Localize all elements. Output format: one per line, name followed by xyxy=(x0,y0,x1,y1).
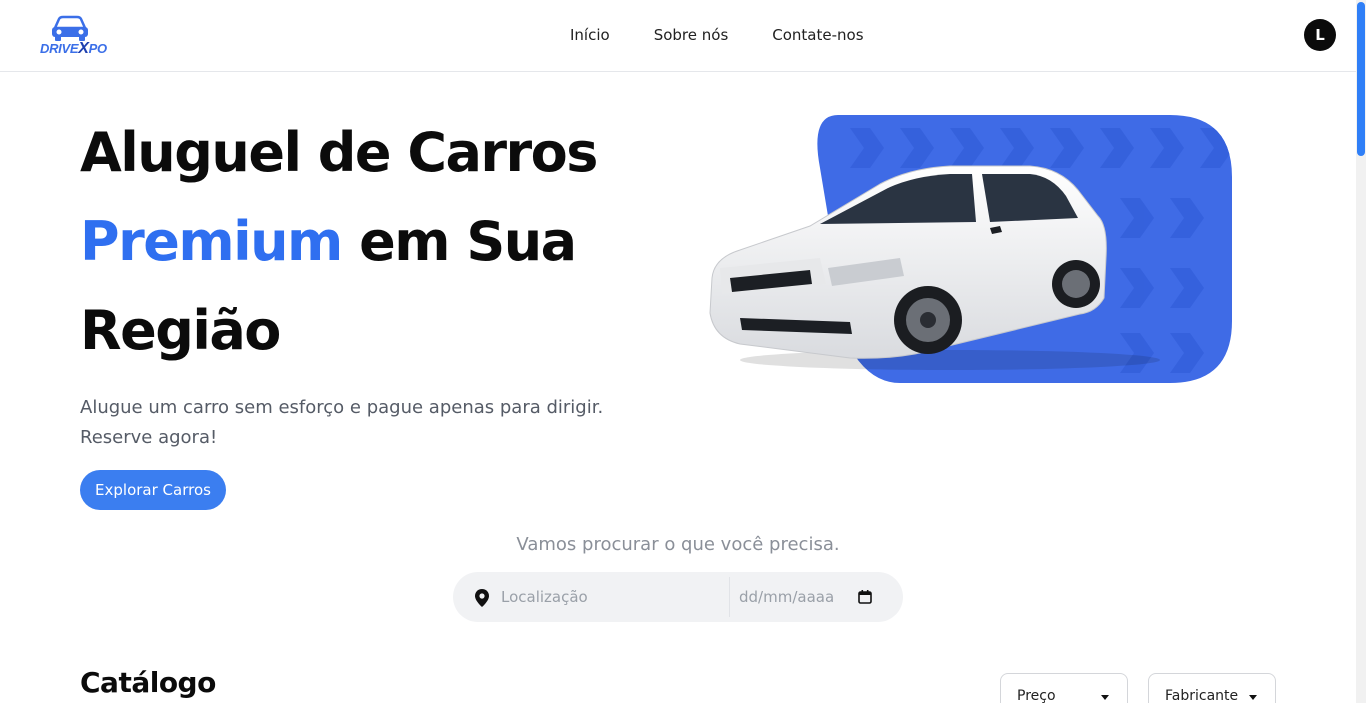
explore-cars-button[interactable]: Explorar Carros xyxy=(80,470,226,510)
site-header: DRIVEXPO Início Sobre nós Contate-nos L xyxy=(0,0,1356,72)
price-filter-select[interactable]: Preço xyxy=(1000,673,1128,703)
nav-link-inicio[interactable]: Início xyxy=(570,26,610,44)
hero-title-line3: Região xyxy=(80,299,281,362)
brand-wordmark: DRIVEXPO xyxy=(40,40,107,57)
hero-title: Aluguel de Carros Premium em Sua Região xyxy=(80,108,640,375)
hero-title-rest: em Sua xyxy=(341,210,577,273)
location-input[interactable] xyxy=(501,585,721,609)
hero-car-image xyxy=(700,108,1240,390)
scrollbar-thumb[interactable] xyxy=(1357,2,1365,156)
hero-subtitle: Alugue um carro sem esforço e pague apen… xyxy=(80,397,604,448)
chevron-down-icon xyxy=(1101,695,1109,700)
search-divider xyxy=(729,577,730,617)
price-filter-label: Preço xyxy=(1017,688,1056,703)
map-pin-icon xyxy=(475,589,489,607)
user-avatar[interactable]: L xyxy=(1304,19,1336,51)
calendar-icon[interactable] xyxy=(858,590,872,604)
nav-link-contate-nos[interactable]: Contate-nos xyxy=(772,26,863,44)
brand-logo[interactable]: DRIVEXPO xyxy=(40,14,107,60)
car-icon xyxy=(52,15,88,41)
search-caption: Vamos procurar o que você precisa. xyxy=(516,534,840,555)
main-nav: Início Sobre nós Contate-nos xyxy=(570,26,864,44)
hero-title-line1: Aluguel de Carros xyxy=(80,121,598,184)
catalog-title: Catálogo xyxy=(80,666,216,699)
hero-title-accent: Premium xyxy=(80,210,343,273)
manufacturer-filter-select[interactable]: Fabricante xyxy=(1148,673,1276,703)
date-input[interactable]: dd/mm/aaaa xyxy=(739,585,849,609)
nav-link-sobre-nos[interactable]: Sobre nós xyxy=(654,26,729,44)
manufacturer-filter-label: Fabricante xyxy=(1165,688,1239,703)
chevron-down-icon xyxy=(1249,695,1257,700)
